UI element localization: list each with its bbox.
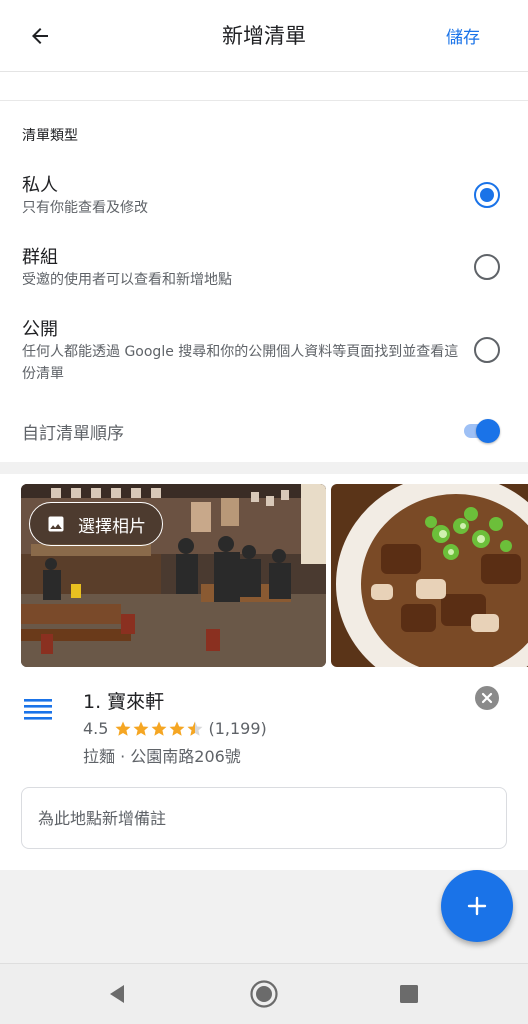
back-button[interactable] xyxy=(22,20,58,52)
header-spacer xyxy=(0,72,528,100)
option-description: 任何人都能透過 Google 搜尋和你的公開個人資料等頁面找到並查看這份清單 xyxy=(22,344,459,382)
option-description: 只有你能查看及修改 xyxy=(22,200,148,216)
food-bowl-image xyxy=(331,484,528,667)
back-arrow-icon xyxy=(32,28,48,44)
radio-public[interactable] xyxy=(474,337,500,363)
save-button[interactable]: 儲存 xyxy=(446,23,480,48)
list-type-card: 清單類型 私人 只有你能查看及修改 群組 受邀的使用者可以查看和新增地點 公開 … xyxy=(0,100,528,462)
star-half-icon xyxy=(187,721,203,736)
nav-recents-button[interactable] xyxy=(393,978,425,1010)
nav-recents-icon xyxy=(400,985,418,1003)
review-count: (1,199) xyxy=(208,719,267,738)
option-public[interactable]: 公開 任何人都能透過 Google 搜尋和你的公開個人資料等頁面找到並查看這份清… xyxy=(0,313,528,389)
app-bar: 新增清單 儲存 xyxy=(0,0,528,72)
place-note-input[interactable] xyxy=(21,787,507,849)
option-title: 私人 xyxy=(22,175,58,196)
drag-lines xyxy=(24,699,52,720)
custom-order-toggle[interactable] xyxy=(462,417,502,445)
star-icon xyxy=(133,721,149,736)
toggle-knob xyxy=(476,419,500,443)
remove-place-button[interactable] xyxy=(475,686,499,710)
option-title: 公開 xyxy=(22,319,58,340)
option-title: 群組 xyxy=(22,247,58,268)
system-nav-bar xyxy=(0,963,528,1024)
add-place-button[interactable] xyxy=(441,870,513,942)
list-type-label: 清單類型 xyxy=(22,128,78,144)
star-icon xyxy=(115,721,131,736)
close-icon xyxy=(481,692,493,704)
place-name[interactable]: 1. 寶來軒 xyxy=(83,687,164,714)
option-description: 受邀的使用者可以查看和新增地點 xyxy=(22,272,232,288)
choose-photo-label: 選擇相片 xyxy=(78,516,146,537)
star-icon xyxy=(169,721,185,736)
nav-back-button[interactable] xyxy=(101,978,133,1010)
plus-icon xyxy=(467,896,487,916)
radio-private[interactable] xyxy=(474,182,500,208)
rating-stars xyxy=(114,720,204,738)
image-icon xyxy=(48,516,64,532)
nav-home-icon xyxy=(250,980,278,1008)
star-icon xyxy=(151,721,167,736)
place-card: 選擇相片 1. 寶來軒 4.5 (1,199) 拉麵 · 公園南路206號 為此… xyxy=(0,474,528,870)
rating-row: 4.5 (1,199) xyxy=(83,719,267,738)
option-group[interactable]: 群組 受邀的使用者可以查看和新增地點 xyxy=(0,241,528,295)
place-photo-interior: 選擇相片 xyxy=(21,484,326,667)
radio-group[interactable] xyxy=(474,254,500,280)
drag-handle-icon[interactable] xyxy=(24,698,54,720)
option-private[interactable]: 私人 只有你能查看及修改 xyxy=(0,169,528,223)
nav-back-icon xyxy=(110,985,124,1003)
rating-value: 4.5 xyxy=(83,719,109,738)
place-photo-food xyxy=(331,484,528,667)
choose-photo-button[interactable]: 選擇相片 xyxy=(29,502,163,546)
nav-home-button[interactable] xyxy=(248,978,280,1010)
custom-order-label: 自訂清單順序 xyxy=(22,424,124,444)
place-category-address: 拉麵 · 公園南路206號 xyxy=(83,747,241,766)
